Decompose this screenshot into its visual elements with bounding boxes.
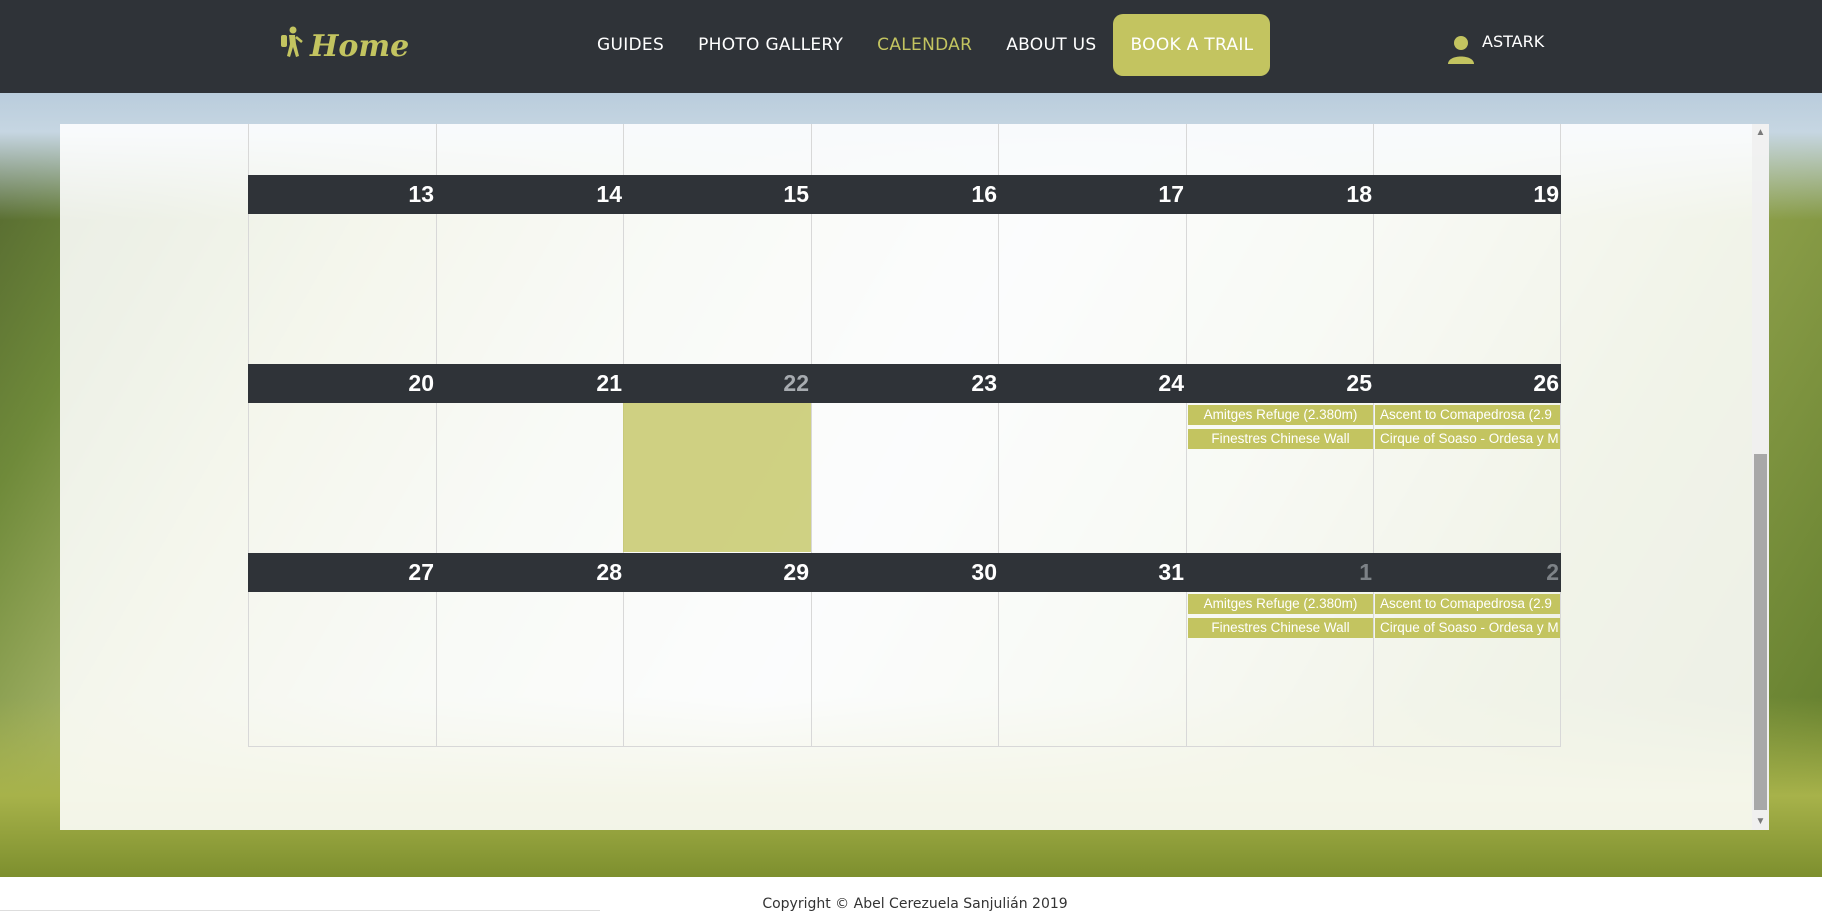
nav-photo-gallery[interactable]: PHOTO GALLERY (681, 35, 860, 55)
day-number[interactable]: 25 (1186, 364, 1372, 403)
day-number[interactable]: 26 (1373, 364, 1559, 403)
day-number[interactable]: 24 (998, 364, 1184, 403)
day-number[interactable]: 29 (623, 553, 809, 592)
day-number[interactable]: 19 (1373, 175, 1559, 214)
nav-about-us[interactable]: ABOUT US (989, 35, 1113, 55)
day-number[interactable]: 30 (811, 553, 997, 592)
calendar-grid: 13 14 15 16 17 18 19 20 21 22 23 24 25 26 27 28 29 30 31 1 2… (248, 124, 1561, 747)
day-number[interactable]: 27 (248, 553, 434, 592)
day-number[interactable]: 15 (623, 175, 809, 214)
grid-line (811, 124, 812, 747)
calendar-event[interactable]: Amitges Refuge (2.380m) (1188, 405, 1373, 425)
grid-line (1186, 124, 1187, 747)
grid-line (248, 124, 249, 747)
user-menu[interactable]: ASTARK (1446, 32, 1544, 68)
scrollbar[interactable]: ▲ ▼ (1752, 124, 1769, 830)
day-number[interactable]: 16 (811, 175, 997, 214)
brand-label: Home (310, 28, 410, 64)
grid-line (1560, 124, 1561, 747)
brand-link[interactable]: Home (278, 26, 409, 66)
scroll-thumb[interactable] (1754, 454, 1767, 810)
calendar-panel: 13 14 15 16 17 18 19 20 21 22 23 24 25 26 27 28 29 30 31 1 2… (60, 124, 1769, 830)
user-icon (1446, 32, 1476, 68)
calendar-event[interactable]: Finestres Chinese Wall (1188, 618, 1373, 638)
today-cell[interactable] (623, 403, 811, 552)
day-number[interactable]: 23 (811, 364, 997, 403)
day-number[interactable]: 18 (1186, 175, 1372, 214)
grid-line (436, 124, 437, 747)
hiker-icon (278, 26, 304, 66)
day-number[interactable]: 17 (998, 175, 1184, 214)
day-number[interactable]: 20 (248, 364, 434, 403)
calendar-event[interactable]: Cirque of Soaso - Ordesa y M (1375, 618, 1560, 638)
day-number[interactable]: 14 (436, 175, 622, 214)
day-number[interactable]: 13 (248, 175, 434, 214)
calendar-event[interactable]: Amitges Refuge (2.380m) (1188, 594, 1373, 614)
day-number[interactable]: 28 (436, 553, 622, 592)
calendar-event[interactable]: Ascent to Comapedrosa (2.9 (1375, 405, 1560, 425)
day-number[interactable]: 21 (436, 364, 622, 403)
calendar-event[interactable]: Ascent to Comapedrosa (2.9 (1375, 594, 1560, 614)
user-name: ASTARK (1482, 32, 1545, 51)
calendar-event[interactable]: Cirque of Soaso - Ordesa y M (1375, 429, 1560, 449)
navbar: Home GUIDES PHOTO GALLERY CALENDAR ABOUT… (0, 0, 1822, 93)
book-trail-button[interactable]: BOOK A TRAIL (1113, 14, 1271, 76)
footer-copyright: Copyright © Abel Cerezuela Sanjulián 201… (762, 896, 1068, 912)
calendar-event[interactable]: Finestres Chinese Wall (1188, 429, 1373, 449)
day-number[interactable]: 1 (1186, 553, 1372, 592)
day-number[interactable]: 31 (998, 553, 1184, 592)
nav-links: GUIDES PHOTO GALLERY CALENDAR ABOUT US B… (580, 14, 1271, 76)
day-number[interactable]: 2 (1373, 553, 1559, 592)
scroll-down-icon[interactable]: ▼ (1752, 813, 1769, 830)
scroll-up-icon[interactable]: ▲ (1752, 124, 1769, 141)
grid-line (1373, 124, 1374, 747)
nav-calendar[interactable]: CALENDAR (860, 35, 989, 55)
nav-guides[interactable]: GUIDES (580, 35, 681, 55)
day-number[interactable]: 22 (623, 364, 809, 403)
grid-line (998, 124, 999, 747)
grid-line (248, 746, 1561, 747)
